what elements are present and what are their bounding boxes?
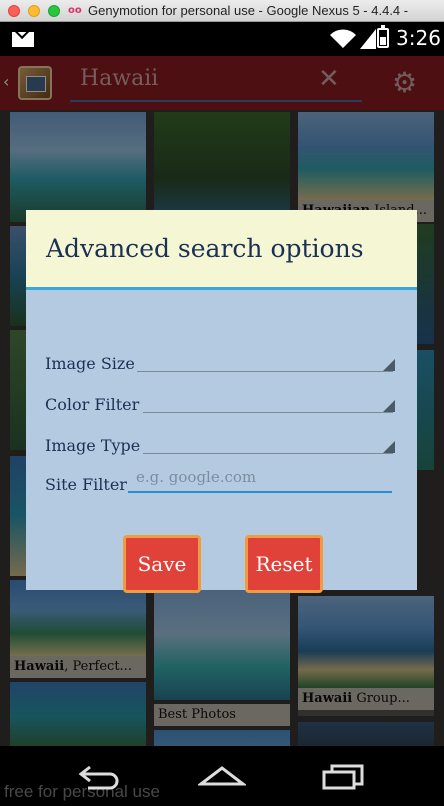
advanced-search-dialog: Advanced search options Image Size Color… — [26, 210, 417, 593]
image-type-label: Image Type — [45, 436, 141, 455]
recent-apps-icon[interactable] — [322, 764, 366, 790]
minimize-window-button[interactable] — [28, 5, 40, 17]
battery-icon — [377, 25, 389, 48]
site-filter-input[interactable] — [128, 463, 392, 493]
site-filter-row: Site Filter — [45, 463, 393, 497]
status-bar: 3:26 — [0, 22, 444, 56]
mail-icon — [12, 32, 34, 47]
spinner-underline — [143, 412, 393, 413]
phone-screen: 3:26 ‹ Hawaii ✕ ⚙ Hawaii, Perfect... Bes… — [0, 22, 444, 806]
wifi-icon — [330, 29, 356, 48]
home-nav-icon[interactable] — [198, 764, 246, 788]
window-title: Genymotion for personal use - Google Nex… — [88, 3, 409, 18]
status-time: 3:26 — [396, 26, 441, 50]
image-type-spinner[interactable]: Image Type — [45, 430, 395, 458]
image-size-spinner[interactable]: Image Size — [45, 348, 395, 376]
site-filter-label: Site Filter — [45, 475, 127, 494]
color-filter-label: Color Filter — [45, 395, 140, 414]
color-filter-spinner[interactable]: Color Filter — [45, 389, 395, 417]
genymotion-logo-icon: oo — [68, 5, 82, 16]
image-size-label: Image Size — [45, 354, 135, 373]
dropdown-arrow-icon[interactable] — [383, 359, 395, 371]
save-button[interactable]: Save — [123, 535, 201, 593]
reset-button[interactable]: Reset — [245, 535, 323, 593]
signal-icon — [360, 29, 376, 49]
maximize-window-button[interactable] — [48, 5, 60, 17]
spinner-underline — [137, 371, 393, 372]
window-titlebar: oo Genymotion for personal use - Google … — [0, 0, 444, 22]
watermark-text: free for personal use — [4, 782, 160, 801]
dialog-title: Advanced search options — [46, 234, 364, 263]
dropdown-arrow-icon[interactable] — [383, 441, 395, 453]
spinner-underline — [143, 453, 393, 454]
close-window-button[interactable] — [8, 5, 20, 17]
dropdown-arrow-icon[interactable] — [383, 400, 395, 412]
